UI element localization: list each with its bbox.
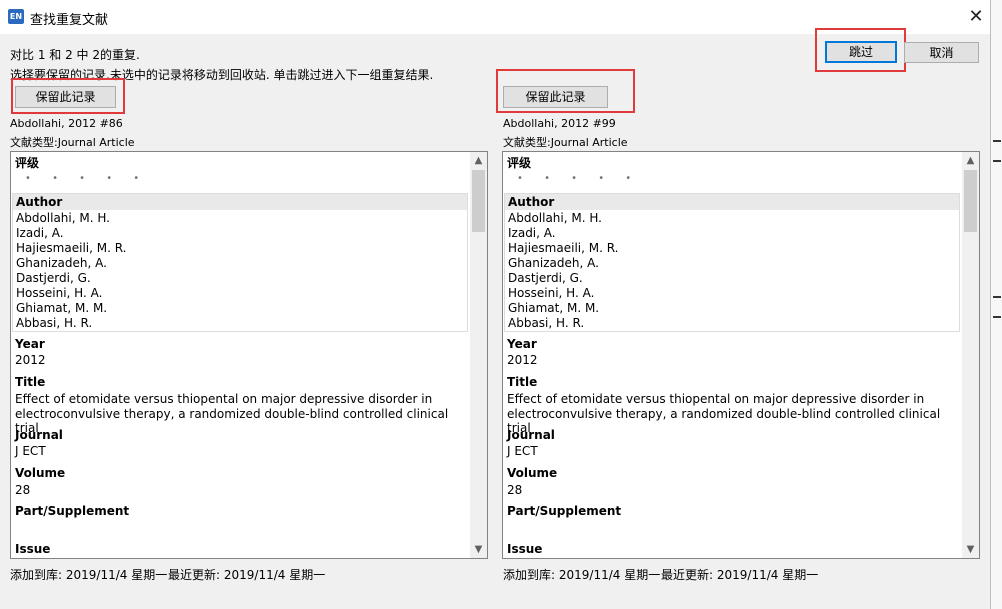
author-item: Hajiesmaeili, M. R. <box>508 241 619 255</box>
author-item: Abdollahi, M. H. <box>16 211 110 225</box>
part-supplement-label: Part/Supplement <box>15 504 130 518</box>
cancel-button[interactable]: 取消 <box>904 42 979 63</box>
year-label: Year <box>507 337 537 351</box>
volume-label: Volume <box>15 466 66 480</box>
author-list-box[interactable]: Author Abdollahi, M. H. Izadi, A. Hajies… <box>12 193 468 332</box>
author-label: Author <box>16 195 63 209</box>
record-ref-left: Abdollahi, 2012 #86 <box>10 117 123 130</box>
author-item: Abbasi, H. R. <box>508 316 585 330</box>
window-title: 查找重复文献 <box>30 13 109 28</box>
keep-record-right-button[interactable]: 保留此记录 <box>503 86 608 108</box>
journal-value: J ECT <box>507 444 538 458</box>
updated-date-right: 最近更新: 2019/11/4 星期一 <box>661 568 819 582</box>
year-value: 2012 <box>15 353 46 367</box>
author-list-box[interactable]: Author Abdollahi, M. H. Izadi, A. Hajies… <box>504 193 960 332</box>
compare-info-text: 对比 1 和 2 中 2的重复. <box>10 48 140 62</box>
author-item: Dastjerdi, G. <box>16 271 91 285</box>
title-value-line2: electroconvulsive therapy, a randomized … <box>15 407 449 435</box>
issue-label: Issue <box>15 542 51 556</box>
volume-value: 28 <box>15 483 31 497</box>
vertical-scrollbar[interactable]: ▲ ▼ <box>470 152 487 558</box>
keep-record-left-button[interactable]: 保留此记录 <box>15 86 116 108</box>
volume-value: 28 <box>507 483 523 497</box>
added-date-right: 添加到库: 2019/11/4 星期一 <box>503 568 661 582</box>
scroll-thumb[interactable] <box>964 170 977 232</box>
year-value: 2012 <box>507 353 538 367</box>
record-type-right: 文献类型:Journal Article <box>503 136 628 149</box>
journal-value: J ECT <box>15 444 46 458</box>
part-supplement-label: Part/Supplement <box>507 504 622 518</box>
scroll-up-icon[interactable]: ▲ <box>962 152 979 169</box>
rating-dots[interactable]: • • • • • <box>25 173 148 184</box>
title-label: Title <box>507 375 538 389</box>
author-item: Izadi, A. <box>16 226 64 240</box>
scroll-down-icon[interactable]: ▼ <box>470 541 487 558</box>
author-item: Hajiesmaeili, M. R. <box>16 241 127 255</box>
title-label: Title <box>15 375 46 389</box>
author-item: Hosseini, H. A. <box>16 286 103 300</box>
vertical-scrollbar[interactable]: ▲ ▼ <box>962 152 979 558</box>
volume-label: Volume <box>507 466 558 480</box>
author-item: Izadi, A. <box>508 226 556 240</box>
title-value-line1: Effect of etomidate versus thiopental on… <box>15 392 433 406</box>
title-value-line2: electroconvulsive therapy, a randomized … <box>507 407 941 435</box>
endnote-app-icon: EN <box>8 9 24 24</box>
year-label: Year <box>15 337 45 351</box>
author-item: Dastjerdi, G. <box>508 271 583 285</box>
scroll-up-icon[interactable]: ▲ <box>470 152 487 169</box>
author-item: Hosseini, H. A. <box>508 286 595 300</box>
journal-label: Journal <box>507 428 555 442</box>
record-panel-left[interactable]: 评级 • • • • • Author Abdollahi, M. H. Iza… <box>10 151 488 559</box>
updated-date-left: 最近更新: 2019/11/4 星期一 <box>168 568 326 582</box>
record-ref-right: Abdollahi, 2012 #99 <box>503 117 616 130</box>
author-label: Author <box>508 195 555 209</box>
author-item: Abbasi, H. R. <box>16 316 93 330</box>
scroll-down-icon[interactable]: ▼ <box>962 541 979 558</box>
background-window-edge <box>990 0 1002 609</box>
author-item: Ghanizadeh, A. <box>16 256 107 270</box>
record-type-left: 文献类型:Journal Article <box>10 136 135 149</box>
author-item: Abdollahi, M. H. <box>508 211 602 225</box>
added-date-left: 添加到库: 2019/11/4 星期一 <box>10 568 168 582</box>
journal-label: Journal <box>15 428 63 442</box>
skip-button[interactable]: 跳过 <box>825 41 897 63</box>
scroll-thumb[interactable] <box>472 170 485 232</box>
title-value-line1: Effect of etomidate versus thiopental on… <box>507 392 925 406</box>
author-item: Ghiamat, M. M. <box>16 301 108 315</box>
close-icon[interactable]: ✕ <box>962 4 990 30</box>
issue-label: Issue <box>507 542 543 556</box>
rating-label: 评级 <box>15 156 40 170</box>
record-panel-right[interactable]: 评级 • • • • • Author Abdollahi, M. H. Iza… <box>502 151 980 559</box>
author-item: Ghanizadeh, A. <box>508 256 599 270</box>
author-item: Ghiamat, M. M. <box>508 301 600 315</box>
rating-label: 评级 <box>507 156 532 170</box>
rating-dots[interactable]: • • • • • <box>517 173 640 184</box>
